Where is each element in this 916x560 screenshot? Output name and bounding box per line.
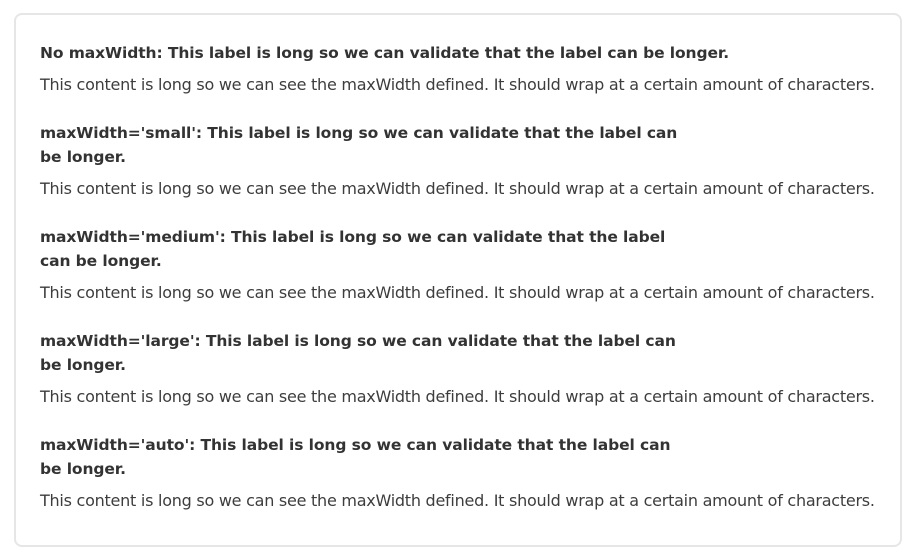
description-content: This content is long so we can see the m… <box>40 491 875 510</box>
description-label: maxWidth='medium': This label is long so… <box>40 228 666 270</box>
description-content: This content is long so we can see the m… <box>40 387 875 406</box>
description-item-maxwidth-large: maxWidth='large': This label is long so … <box>40 329 892 409</box>
description-item-maxwidth-auto: maxWidth='auto': This label is long so w… <box>40 433 892 513</box>
description-list-card: No maxWidth: This label is long so we ca… <box>14 13 902 547</box>
description-label: No maxWidth: This label is long so we ca… <box>40 44 730 62</box>
description-content: This content is long so we can see the m… <box>40 75 875 94</box>
description-content: This content is long so we can see the m… <box>40 179 875 198</box>
description-item-maxwidth-medium: maxWidth='medium': This label is long so… <box>40 225 892 305</box>
description-label: maxWidth='small': This label is long so … <box>40 124 678 166</box>
description-label: maxWidth='auto': This label is long so w… <box>40 436 671 478</box>
description-content: This content is long so we can see the m… <box>40 283 875 302</box>
description-label: maxWidth='large': This label is long so … <box>40 332 676 374</box>
description-item-no-maxwidth: No maxWidth: This label is long so we ca… <box>40 41 892 97</box>
description-item-maxwidth-small: maxWidth='small': This label is long so … <box>40 121 892 201</box>
